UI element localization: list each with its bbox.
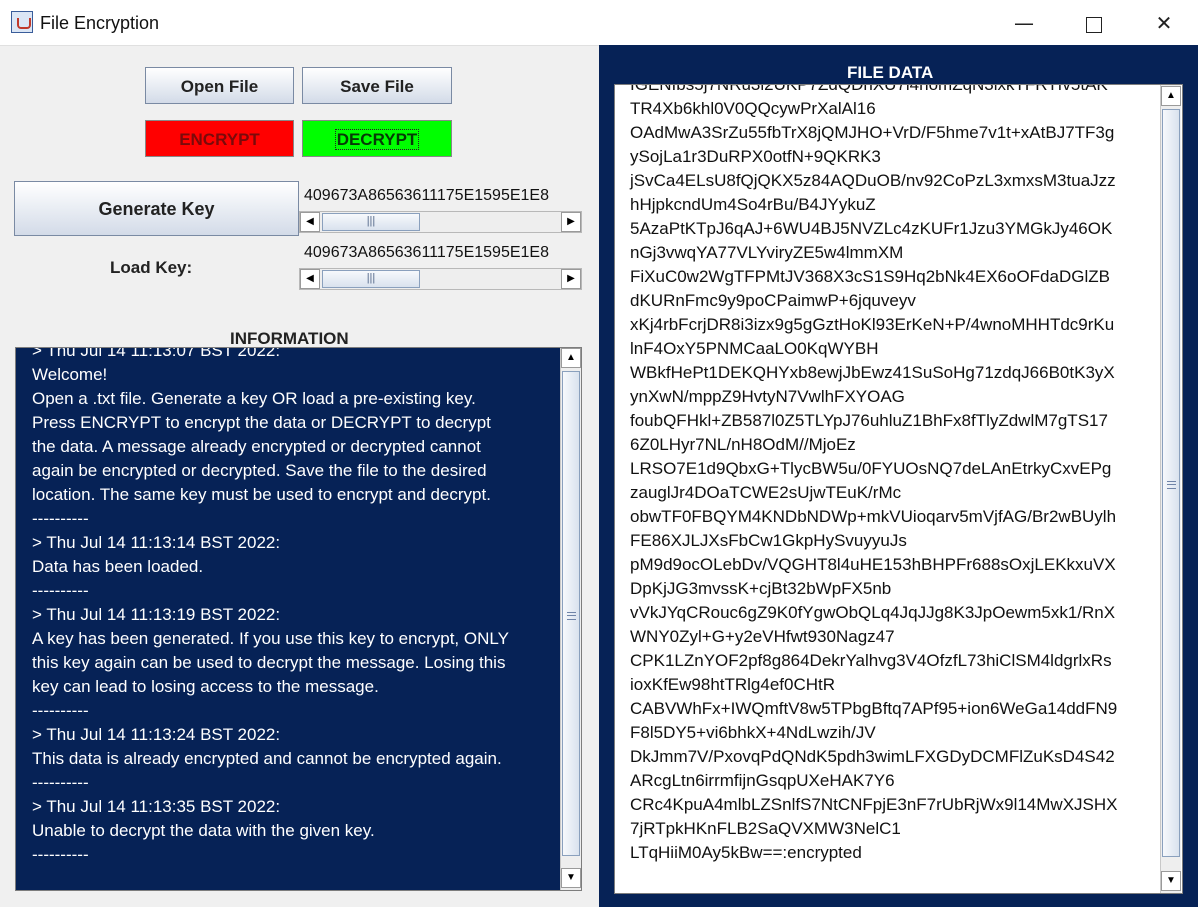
file-data-line: ioxKfEw98htTRlg4ef0CHtR: [630, 675, 836, 694]
file-data-line: OAdMwA3SrZu55fbTrX8jQMJHO+VrD/F5hme7v1t+…: [630, 123, 1115, 142]
log-line: > Thu Jul 14 11:13:19 BST 2022:: [32, 605, 281, 624]
file-data-line: zauglJr4DOaTCWE2sUjwTEuK/rMc: [630, 483, 902, 502]
maximize-icon: [1086, 16, 1102, 33]
log-line: A key has been generated. If you use thi…: [32, 629, 509, 648]
file-data-line: FiXuC0w2WgTFPMtJV368X3cS1S9Hq2bNk4EX6oOF…: [630, 267, 1110, 286]
scroll-up-icon[interactable]: ▲: [1161, 86, 1181, 106]
java-app-icon: [11, 11, 33, 33]
generated-key-scrollbar[interactable]: ◀ ||| ▶: [299, 211, 582, 233]
scroll-thumb[interactable]: |||: [322, 270, 420, 288]
file-data-line: pM9d9ocOLebDv/VQGHT8l4uHE153hBHPFr688sOx…: [630, 555, 1116, 574]
file-data-text[interactable]: IGENIbs5j7NRu3l2UKP7ZdQDnXU7l4homZqN3lxk…: [630, 84, 1160, 865]
log-line: > Thu Jul 14 11:13:24 BST 2022:: [32, 725, 281, 744]
save-file-button[interactable]: Save File: [302, 67, 452, 104]
information-scrollbar[interactable]: ▲ ▼: [560, 348, 581, 890]
load-key-scrollbar[interactable]: ◀ ||| ▶: [299, 268, 582, 290]
file-data-line: IGENIbs5j7NRu3l2UKP7ZdQDnXU7l4homZqN3lxk…: [630, 84, 1108, 94]
information-title: INFORMATION: [230, 329, 349, 348]
log-line: ----------: [32, 773, 89, 792]
file-data-line: DpKjJG3mvssK+cjBt32bWpFX5nb: [630, 579, 892, 598]
generated-key-field[interactable]: 409673A86563611175E1595E1E8: [300, 183, 581, 209]
load-key-field[interactable]: 409673A86563611175E1595E1E8: [300, 240, 581, 266]
scroll-thumb[interactable]: |||: [322, 213, 420, 231]
file-data-line: WNY0Zyl+G+y2eVHfwt930Nagz47: [630, 627, 895, 646]
load-key-box: 409673A86563611175E1595E1E8 ◀ ||| ▶: [299, 238, 582, 294]
file-data-line: LTqHiiM0Ay5kBw==:encrypted: [630, 843, 862, 862]
scroll-up-icon[interactable]: ▲: [561, 348, 581, 368]
file-data-line: TR4Xb6khl0V0QQcywPrXalAl16: [630, 99, 876, 118]
scroll-thumb[interactable]: [1162, 109, 1180, 857]
file-data-line: ySojLa1r3DuRPX0otfN+9QKRK3: [630, 147, 881, 166]
log-line: Unable to decrypt the data with the give…: [32, 821, 375, 840]
file-data-line: WBkfHePt1DEKQHYxb8ewjJbEwz41SuSoHg71zdqJ…: [630, 363, 1115, 382]
open-file-button[interactable]: Open File: [145, 67, 294, 104]
file-data-line: FE86XJLJXsFbCw1GkpHySvuyyuJs: [630, 531, 907, 550]
file-data-line: CRc4KpuA4mlbLZSnlfS7NtCNFpjE3nF7rUbRjWx9…: [630, 795, 1118, 814]
file-data-line: DkJmm7V/PxovqPdQNdK5pdh3wimLFXGDyDCMFlZu…: [630, 747, 1115, 766]
file-data-line: hHjpkcndUm4So4rBu/B4JYykuZ: [630, 195, 876, 214]
file-data-title: FILE DATA: [847, 63, 934, 82]
scroll-left-icon[interactable]: ◀: [300, 269, 320, 289]
file-data-line: LRSO7E1d9QbxG+TlycBW5u/0FYUOsNQ7deLAnEtr…: [630, 459, 1112, 478]
file-data-line: foubQFHkl+ZB587l0Z5TLYpJ76uhluZ1BhFx8fTl…: [630, 411, 1108, 430]
log-line: the data. A message already encrypted or…: [32, 437, 481, 456]
file-data-panel: FILE DATA IGENIbs5j7NRu3l2UKP7ZdQDnXU7l4…: [599, 45, 1198, 907]
window-title: File Encryption: [40, 13, 160, 33]
log-line: Data has been loaded.: [32, 557, 204, 576]
log-line: > Thu Jul 14 11:13:14 BST 2022:: [32, 533, 281, 552]
log-line: Press ENCRYPT to encrypt the data or DEC…: [32, 413, 491, 432]
file-data-line: dKURnFmc9y9poCPaimwP+6jquveyv: [630, 291, 916, 310]
scroll-thumb[interactable]: [562, 371, 580, 856]
information-panel: > Thu Jul 14 11:13:07 BST 2022: Welcome! O…: [15, 347, 582, 891]
file-data-line: CABVWhFx+IWQmftV8w5TPbgBftq7APf95+ion6We…: [630, 699, 1118, 718]
scroll-left-icon[interactable]: ◀: [300, 212, 320, 232]
scroll-down-icon[interactable]: ▼: [1161, 871, 1181, 891]
file-data-line: ynXwN/mppZ9HvtyN7VwlhFXYOAG: [630, 387, 905, 406]
log-line: > Thu Jul 14 11:13:07 BST 2022:: [32, 348, 281, 360]
log-line: again be encrypted or decrypted. Save th…: [32, 461, 487, 480]
file-data-line: xKj4rbFcrjDR8i3izx9g5gGztHoKl93ErKeN+P/4…: [630, 315, 1115, 334]
file-data-line: jSvCa4ELsU8fQjQKX5z84AQDuOB/nv92CoPzL3xm…: [630, 171, 1116, 190]
minimize-button[interactable]: —: [1004, 8, 1044, 38]
log-line: location. The same key must be used to e…: [32, 485, 491, 504]
log-line: Open a .txt file. Generate a key OR load…: [32, 389, 476, 408]
file-data-line: ARcgLtn6irrmfijnGsqpUXeHAK7Y6: [630, 771, 895, 790]
log-line: This data is already encrypted and canno…: [32, 749, 502, 768]
log-line: ----------: [32, 509, 89, 528]
file-data-line: obwTF0FBQYM4KNDbNDWp+mkVUioqarv5mVjfAG/B…: [630, 507, 1117, 526]
maximize-button[interactable]: [1074, 8, 1114, 38]
title-bar: File Encryption — ✕: [0, 0, 1198, 46]
log-line: this key again can be used to decrypt th…: [32, 653, 506, 672]
load-key-label: Load Key:: [110, 258, 193, 277]
file-data-box: IGENIbs5j7NRu3l2UKP7ZdQDnXU7l4homZqN3lxk…: [614, 84, 1183, 894]
log-line: ----------: [32, 845, 89, 864]
log-line: > Thu Jul 14 11:13:35 BST 2022:: [32, 797, 281, 816]
scroll-down-icon[interactable]: ▼: [561, 868, 581, 888]
file-data-line: 6Z0LHyr7NL/nH8OdM//MjoEz: [630, 435, 856, 454]
close-button[interactable]: ✕: [1144, 8, 1184, 38]
information-log[interactable]: > Thu Jul 14 11:13:07 BST 2022: Welcome! O…: [16, 348, 561, 890]
generate-key-button[interactable]: Generate Key: [14, 181, 299, 236]
scroll-right-icon[interactable]: ▶: [561, 269, 581, 289]
file-data-line: CPK1LZnYOF2pf8g864DekrYalhvg3V4OfzfL73hi…: [630, 651, 1112, 670]
scroll-right-icon[interactable]: ▶: [561, 212, 581, 232]
file-data-line: lnF4OxY5PNMCaaLO0KqWYBH: [630, 339, 879, 358]
scroll-grip-icon: [1167, 481, 1176, 489]
generated-key-box: 409673A86563611175E1595E1E8 ◀ ||| ▶: [299, 181, 582, 237]
decrypt-label: DECRYPT: [334, 129, 420, 150]
encrypt-button[interactable]: ENCRYPT: [145, 120, 294, 157]
log-line: ----------: [32, 581, 89, 600]
file-data-line: nGj3vwqYA77VLYviryZE5w4lmmXM: [630, 243, 904, 262]
file-data-line: vVkJYqCRouc6gZ9K0fYgwObQLq4JqJJg8K3JpOew…: [630, 603, 1116, 622]
file-data-line: 7jRTpkHKnFLB2SaQVXMW3NelC1: [630, 819, 901, 838]
log-line: key can lead to losing access to the mes…: [32, 677, 379, 696]
log-line: ----------: [32, 701, 89, 720]
log-line: Welcome!: [32, 365, 108, 384]
file-data-scrollbar[interactable]: ▲ ▼: [1160, 85, 1181, 893]
scroll-grip-icon: [567, 612, 576, 620]
file-data-line: 5AzaPtKTpJ6qAJ+6WU4BJ5NVZLc4zKUFr1Jzu3YM…: [630, 219, 1113, 238]
file-data-line: F8l5DY5+vi6bhkX+4NdLwzih/JV: [630, 723, 876, 742]
decrypt-button[interactable]: DECRYPT: [302, 120, 452, 157]
